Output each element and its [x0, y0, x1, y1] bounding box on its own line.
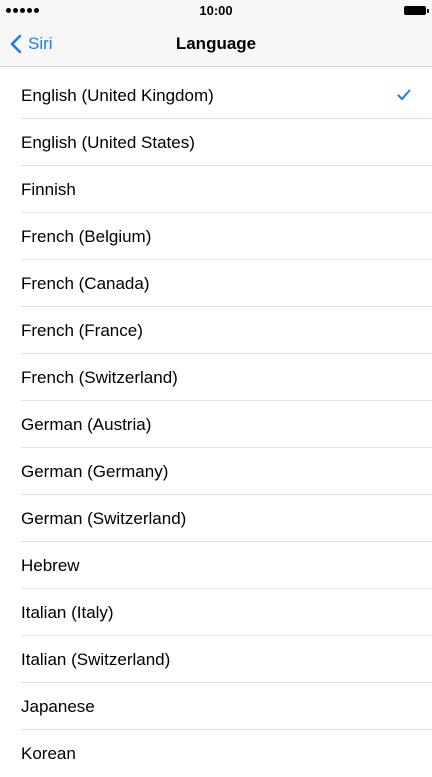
- language-label: German (Germany): [21, 461, 169, 481]
- language-row[interactable]: English (United States): [0, 119, 432, 166]
- language-row[interactable]: French (Canada): [0, 260, 432, 307]
- language-label: English (United States): [21, 132, 195, 152]
- language-row[interactable]: German (Germany): [0, 448, 432, 495]
- language-label: French (Belgium): [21, 226, 152, 246]
- language-label: English (United Kingdom): [21, 85, 214, 105]
- page-title: Language: [175, 34, 257, 53]
- language-label: Hebrew: [21, 555, 80, 575]
- language-row[interactable]: Japanese: [0, 683, 432, 730]
- language-row[interactable]: French (France): [0, 307, 432, 354]
- language-row[interactable]: German (Austria): [0, 401, 432, 448]
- status-time: 10:00: [199, 3, 233, 18]
- language-label: French (Canada): [21, 273, 150, 293]
- battery-icon: [404, 6, 429, 15]
- status-bar: 10:00: [0, 0, 432, 22]
- language-row[interactable]: Korean: [0, 730, 432, 777]
- language-label: Finnish: [21, 179, 76, 199]
- language-row[interactable]: Hebrew: [0, 542, 432, 589]
- language-label: French (Switzerland): [21, 367, 178, 387]
- language-row[interactable]: Italian (Switzerland): [0, 636, 432, 683]
- language-label: German (Switzerland): [21, 508, 187, 528]
- language-label: French (France): [21, 320, 143, 340]
- language-label: Japanese: [21, 696, 95, 716]
- language-label: Italian (Italy): [21, 602, 114, 622]
- language-row[interactable]: English (United Kingdom): [0, 72, 432, 119]
- language-label: Korean: [21, 743, 76, 763]
- language-row[interactable]: Italian (Italy): [0, 589, 432, 636]
- language-label: Italian (Switzerland): [21, 649, 171, 669]
- language-row[interactable]: French (Switzerland): [0, 354, 432, 401]
- language-list: English (United Kingdom) English (United …: [0, 72, 432, 777]
- checkmark-icon: [397, 89, 411, 100]
- navigation-bar: Siri Language: [0, 22, 432, 67]
- language-row[interactable]: French (Belgium): [0, 213, 432, 260]
- language-row[interactable]: German (Switzerland): [0, 495, 432, 542]
- language-row[interactable]: Finnish: [0, 166, 432, 213]
- language-label: German (Austria): [21, 414, 152, 434]
